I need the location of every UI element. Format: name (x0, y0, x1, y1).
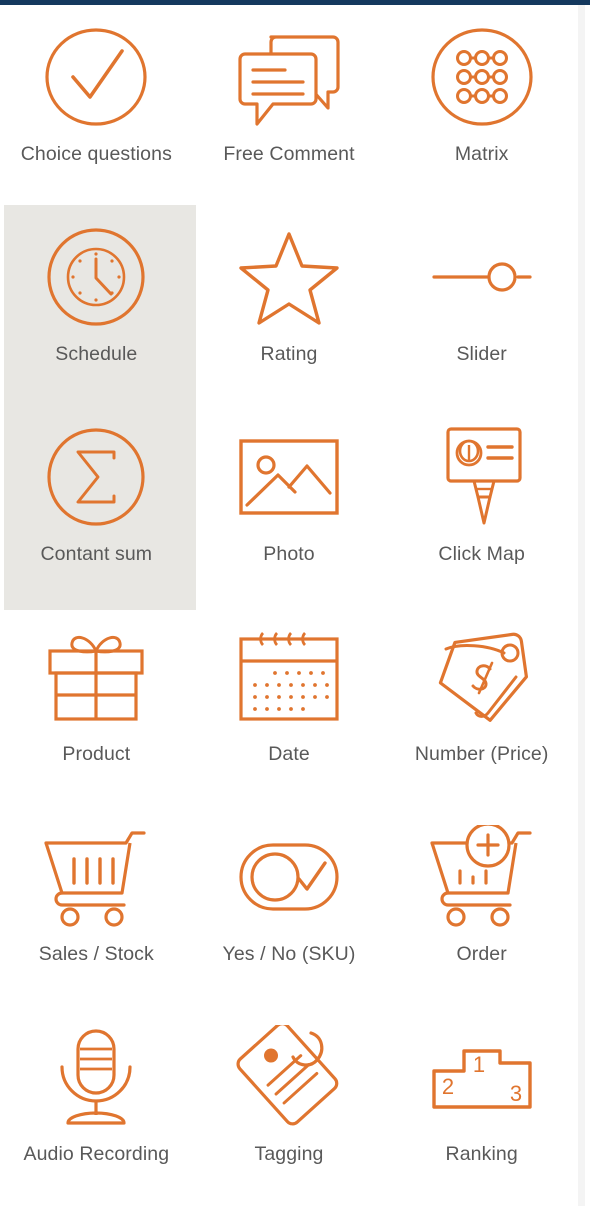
grid-item-label: Product (62, 743, 131, 765)
grid-item-date[interactable]: Date (193, 605, 386, 805)
grid-item-tagging[interactable]: Tagging (193, 1005, 386, 1205)
toggle-check-icon (230, 825, 348, 929)
grid-item-free-comment[interactable]: Free Comment (193, 5, 386, 205)
grid-item-click-map[interactable]: Click Map (385, 405, 578, 605)
podium-number-second: 2 (442, 1074, 454, 1099)
podium-number-first: 1 (473, 1052, 485, 1077)
star-icon (230, 225, 348, 329)
gift-box-icon (37, 625, 155, 729)
grid-item-label: Order (456, 943, 507, 965)
grid-item-label: Rating (260, 343, 318, 365)
grid-item-yes-no-sku[interactable]: Yes / No (SKU) (193, 805, 386, 1005)
grid-item-label: Choice questions (20, 143, 172, 165)
grid-item-ranking[interactable]: 1 2 3 Ranking (385, 1005, 578, 1205)
grid-row: Contant sum Photo Click Map (0, 405, 578, 605)
sigma-circle-icon (37, 425, 155, 529)
grid-row: Choice questions Free Comment Matrix (0, 5, 578, 205)
grid-item-slider[interactable]: Slider (385, 205, 578, 405)
right-page-edge (585, 5, 590, 1206)
podium-number-third: 3 (510, 1081, 522, 1106)
grid-item-contant-sum[interactable]: Contant sum (0, 405, 193, 605)
photo-icon (230, 425, 348, 529)
grid-item-label: Slider (456, 343, 507, 365)
microphone-icon (37, 1025, 155, 1129)
podium-icon: 1 2 3 (423, 1025, 541, 1129)
right-scroll-strip[interactable] (578, 5, 585, 1206)
grid-item-label: Audio Recording (23, 1143, 170, 1165)
grid-item-number-price[interactable]: Number (Price) (385, 605, 578, 805)
grid-item-label: Yes / No (SKU) (222, 943, 356, 965)
tag-icon (230, 1025, 348, 1129)
calendar-icon (230, 625, 348, 729)
price-tags-icon (423, 625, 541, 729)
grid-row: Sales / Stock Yes / No (SKU) Order (0, 805, 578, 1005)
grid-item-order[interactable]: Order (385, 805, 578, 1005)
grid-item-label: Schedule (55, 343, 138, 365)
grid-item-product[interactable]: Product (0, 605, 193, 805)
grid-item-label: Photo (263, 543, 315, 565)
grid-item-label: Contant sum (40, 543, 153, 565)
question-type-grid: Choice questions Free Comment Matrix Sch… (0, 5, 578, 1206)
grid-item-label: Matrix (454, 143, 509, 165)
grid-item-schedule[interactable]: Schedule (0, 205, 193, 405)
grid-item-audio-recording[interactable]: Audio Recording (0, 1005, 193, 1205)
grid-item-label: Tagging (254, 1143, 324, 1165)
cart-plus-icon (423, 825, 541, 929)
chat-bubbles-icon (230, 25, 348, 129)
grid-item-rating[interactable]: Rating (193, 205, 386, 405)
grid-item-photo[interactable]: Photo (193, 405, 386, 605)
grid-item-label: Click Map (438, 543, 525, 565)
shopping-cart-bars-icon (37, 825, 155, 929)
grid-item-sales-stock[interactable]: Sales / Stock (0, 805, 193, 1005)
click-map-icon (423, 425, 541, 529)
grid-item-label: Free Comment (223, 143, 355, 165)
grid-item-label: Number (Price) (414, 743, 549, 765)
grid-row: Schedule Rating Slider (0, 205, 578, 405)
slider-icon (423, 225, 541, 329)
clock-circle-icon (37, 225, 155, 329)
grid-item-label: Date (268, 743, 310, 765)
matrix-circle-icon (423, 25, 541, 129)
grid-item-choice-questions[interactable]: Choice questions (0, 5, 193, 205)
grid-row: Audio Recording Tagging 1 2 3 Ranking (0, 1005, 578, 1205)
check-circle-icon (37, 25, 155, 129)
grid-item-label: Ranking (445, 1143, 518, 1165)
grid-item-label: Sales / Stock (38, 943, 154, 965)
grid-item-matrix[interactable]: Matrix (385, 5, 578, 205)
grid-row: Product Date Number (Price) (0, 605, 578, 805)
